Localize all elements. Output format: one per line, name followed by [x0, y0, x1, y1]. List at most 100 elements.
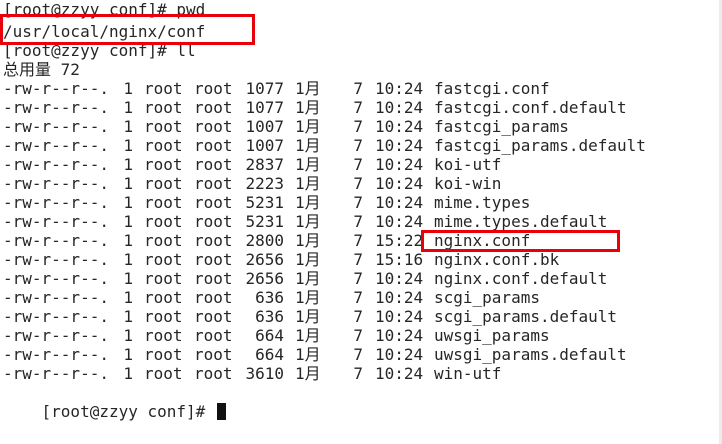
table-row: -rw-r--r--. 1 root root 1077 1月 7 10:24 fastcgi.… [3, 79, 703, 98]
file-group: root [194, 307, 233, 326]
file-time: 10:24 [375, 193, 424, 212]
file-time: 10:24 [375, 212, 424, 231]
final-prompt-text: [root@zzyy conf]# [41, 402, 215, 421]
table-row: -rw-r--r--. 1 root root 2837 1月 7 10:24 koi-utf [3, 155, 703, 174]
final-prompt-line[interactable]: [root@zzyy conf]# [3, 383, 226, 421]
file-name: mime.types.default [434, 212, 608, 231]
file-group: root [194, 117, 233, 136]
file-owner: root [144, 136, 183, 155]
file-day: 7 [353, 345, 363, 364]
file-name: koi-utf [434, 155, 502, 174]
file-time: 10:24 [375, 326, 424, 345]
file-time: 10:24 [375, 307, 424, 326]
file-owner: root [144, 345, 183, 364]
file-month: 1月 [295, 155, 321, 174]
file-month: 1月 [295, 269, 321, 288]
table-row: -rw-r--r--. 1 root root 636 1月 7 10:24 scgi_para… [3, 307, 703, 326]
file-size: 2223 [245, 174, 284, 193]
table-row: -rw-r--r--. 1 root root 3610 1月 7 10:24 win-utf [3, 364, 703, 383]
file-day: 7 [353, 250, 363, 269]
file-month: 1月 [295, 326, 321, 345]
file-links: 1 [123, 345, 133, 364]
file-day: 7 [353, 98, 363, 117]
file-size: 2656 [245, 269, 284, 288]
file-links: 1 [123, 136, 133, 155]
file-group: root [194, 288, 233, 307]
file-links: 1 [123, 326, 133, 345]
terminal-window[interactable]: [root@zzyy conf]# pwd /usr/local/nginx/c… [0, 0, 722, 444]
file-perm: -rw-r--r--. [3, 345, 109, 364]
file-day: 7 [353, 288, 363, 307]
table-row: -rw-r--r--. 1 root root 664 1月 7 10:24 uwsgi_par… [3, 326, 703, 345]
table-row: -rw-r--r--. 1 root root 1007 1月 7 10:24 fastcgi_… [3, 117, 703, 136]
file-owner: root [144, 231, 183, 250]
file-time: 10:24 [375, 269, 424, 288]
file-links: 1 [123, 155, 133, 174]
file-group: root [194, 326, 233, 345]
file-owner: root [144, 269, 183, 288]
file-links: 1 [123, 364, 133, 383]
file-month: 1月 [295, 288, 321, 307]
file-day: 7 [353, 193, 363, 212]
file-size: 5231 [245, 212, 284, 231]
file-perm: -rw-r--r--. [3, 364, 109, 383]
file-day: 7 [353, 307, 363, 326]
file-group: root [194, 345, 233, 364]
file-size: 1007 [245, 136, 284, 155]
file-links: 1 [123, 98, 133, 117]
file-links: 1 [123, 288, 133, 307]
file-size: 636 [255, 307, 284, 326]
file-group: root [194, 269, 233, 288]
file-month: 1月 [295, 364, 321, 383]
table-row: -rw-r--r--. 1 root root 2656 1月 7 15:16 nginx.co… [3, 250, 703, 269]
file-perm: -rw-r--r--. [3, 136, 109, 155]
file-links: 1 [123, 79, 133, 98]
file-name: fastcgi_params [434, 117, 569, 136]
highlight-box-pwd [0, 14, 255, 45]
file-owner: root [144, 326, 183, 345]
file-time: 10:24 [375, 136, 424, 155]
file-size: 5231 [245, 193, 284, 212]
file-group: root [194, 250, 233, 269]
file-owner: root [144, 98, 183, 117]
table-row: -rw-r--r--. 1 root root 2656 1月 7 10:24 nginx.co… [3, 269, 703, 288]
file-time: 15:16 [375, 250, 424, 269]
file-time: 10:24 [375, 79, 424, 98]
file-size: 2656 [245, 250, 284, 269]
file-links: 1 [123, 231, 133, 250]
file-name: fastcgi.conf.default [434, 98, 627, 117]
file-month: 1月 [295, 193, 321, 212]
file-size: 3610 [245, 364, 284, 383]
file-size: 2837 [245, 155, 284, 174]
file-links: 1 [123, 307, 133, 326]
file-owner: root [144, 174, 183, 193]
total-line: 总用量 72 [3, 60, 80, 79]
file-month: 1月 [295, 174, 321, 193]
file-perm: -rw-r--r--. [3, 174, 109, 193]
file-time: 15:22 [375, 231, 424, 250]
file-name: nginx.conf.default [434, 269, 608, 288]
file-size: 664 [255, 326, 284, 345]
file-day: 7 [353, 212, 363, 231]
file-name: uwsgi_params.default [434, 345, 627, 364]
file-name: scgi_params.default [434, 307, 618, 326]
file-perm: -rw-r--r--. [3, 326, 109, 345]
file-month: 1月 [295, 231, 321, 250]
file-perm: -rw-r--r--. [3, 193, 109, 212]
file-day: 7 [353, 364, 363, 383]
file-day: 7 [353, 117, 363, 136]
file-group: root [194, 231, 233, 250]
file-name: scgi_params [434, 288, 540, 307]
file-perm: -rw-r--r--. [3, 288, 109, 307]
file-name: fastcgi_params.default [434, 136, 646, 155]
file-perm: -rw-r--r--. [3, 79, 109, 98]
file-month: 1月 [295, 345, 321, 364]
table-row: -rw-r--r--. 1 root root 2223 1月 7 10:24 koi-win [3, 174, 703, 193]
file-group: root [194, 212, 233, 231]
highlight-box-nginx-conf [421, 230, 620, 252]
file-links: 1 [123, 212, 133, 231]
file-perm: -rw-r--r--. [3, 250, 109, 269]
file-time: 10:24 [375, 364, 424, 383]
file-links: 1 [123, 174, 133, 193]
table-row: -rw-r--r--. 1 root root 636 1月 7 10:24 scgi_para… [3, 288, 703, 307]
